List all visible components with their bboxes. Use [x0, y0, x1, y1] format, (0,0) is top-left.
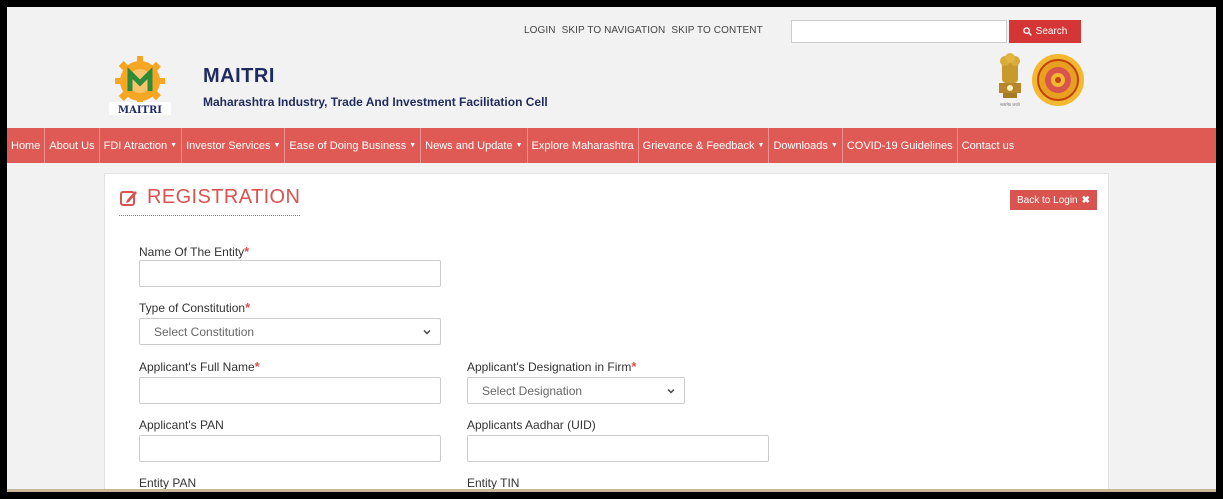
applicant-pan-label: Applicant's PAN [139, 418, 224, 432]
brand-title: MAITRI [203, 65, 275, 87]
required-marker: * [245, 300, 251, 315]
chevron-down-icon [667, 388, 675, 394]
site-header: MAITRI MAITRI Maharashtra Industry, Trad… [7, 47, 1216, 128]
top-links: LOGIN SKIP TO NAVIGATION SKIP TO CONTENT [524, 25, 763, 36]
page-title: REGISTRATION [119, 186, 301, 216]
nav-item-downloads[interactable]: Downloads ▼ [769, 128, 843, 163]
nav-item-covid-19-guidelines[interactable]: COVID-19 Guidelines [843, 128, 958, 163]
nav-item-about-us[interactable]: About Us [45, 128, 100, 163]
page-title-text: REGISTRATION [147, 186, 301, 208]
page-bottom-border [7, 489, 1216, 492]
top-utility-bar: LOGIN SKIP TO NAVIGATION SKIP TO CONTENT… [7, 7, 1216, 47]
chevron-down-icon [423, 329, 431, 335]
applicant-name-label-text: Applicant's Full Name [139, 360, 255, 374]
registration-card: REGISTRATION Back to Login ✖ Name Of The… [104, 173, 1109, 492]
brand-subtitle: Maharashtra Industry, Trade And Investme… [203, 95, 548, 109]
emblem-caption: सत्यमेव जयते [1000, 102, 1020, 107]
designation-select[interactable]: Select Designation [467, 377, 685, 404]
nav-item-label: Contact us [961, 139, 1015, 152]
nav-item-investor-services[interactable]: Investor Services ▼ [182, 128, 286, 163]
search-button[interactable]: Search [1009, 20, 1081, 43]
entity-tin-label: Entity TIN [467, 476, 520, 490]
search-icon [1022, 27, 1032, 36]
caret-down-icon: ▼ [757, 142, 765, 149]
applicant-name-label: Applicant's Full Name* [139, 359, 260, 374]
main-navbar: Home About Us FDI Atraction ▼ Investor Se… [7, 128, 1216, 163]
nav-item-label: Ease of Doing Business [289, 139, 407, 152]
maharashtra-seal-icon [1032, 54, 1084, 106]
nav-item-home[interactable]: Home [7, 128, 46, 163]
nav-item-fdi-atraction[interactable]: FDI Atraction ▼ [100, 128, 183, 163]
logo-text: MAITRI [118, 105, 162, 116]
nav-item-explore-maharashtra[interactable]: Explore Maharashtra [528, 128, 639, 163]
applicant-name-field[interactable] [139, 377, 441, 404]
constitution-label: Type of Constitution* [139, 300, 250, 315]
back-to-login-label: Back to Login [1017, 194, 1078, 206]
nav-item-grievance-feedback[interactable]: Grievance & Feedback ▼ [639, 128, 770, 163]
caret-down-icon: ▼ [170, 142, 178, 149]
required-marker: * [631, 359, 637, 374]
constitution-select[interactable]: Select Constitution [139, 318, 441, 345]
close-icon: ✖ [1081, 194, 1090, 206]
browser-viewport: LOGIN SKIP TO NAVIGATION SKIP TO CONTENT… [7, 7, 1216, 492]
required-marker: * [244, 244, 250, 259]
caret-down-icon: ▼ [273, 142, 281, 149]
nav-item-label: Investor Services [186, 139, 271, 152]
skip-to-content-link[interactable]: SKIP TO CONTENT [671, 25, 763, 36]
nav-item-label: Explore Maharashtra [531, 139, 634, 152]
nav-item-label: COVID-19 Guidelines [846, 139, 953, 152]
nav-item-label: Downloads [773, 139, 828, 152]
applicant-pan-field[interactable] [139, 435, 441, 462]
nav-item-label: FDI Atraction [103, 139, 168, 152]
designation-label-text: Applicant's Designation in Firm [467, 360, 632, 374]
back-to-login-button[interactable]: Back to Login ✖ [1010, 190, 1097, 210]
nav-item-ease-of-doing-business[interactable]: Ease of Doing Business ▼ [285, 128, 422, 163]
designation-label: Applicant's Designation in Firm* [467, 359, 636, 374]
nav-item-label: News and Update [425, 139, 513, 152]
caret-down-icon: ▼ [515, 142, 523, 149]
designation-selected-value: Select Designation [482, 383, 583, 398]
constitution-label-text: Type of Constitution [139, 301, 246, 315]
search-input[interactable] [791, 20, 1007, 43]
skip-to-navigation-link[interactable]: SKIP TO NAVIGATION [562, 25, 666, 36]
entity-name-label: Name Of The Entity* [139, 244, 249, 259]
constitution-selected-value: Select Constitution [154, 324, 255, 339]
login-link[interactable]: LOGIN [524, 25, 556, 36]
entity-pan-label: Entity PAN [139, 476, 197, 490]
nav-item-contact-us[interactable]: Contact us [958, 128, 1019, 163]
aadhar-label: Applicants Aadhar (UID) [467, 418, 596, 432]
nav-item-news-and-update[interactable]: News and Update ▼ [421, 128, 528, 163]
caret-down-icon: ▼ [409, 142, 417, 149]
maitri-logo[interactable]: MAITRI [105, 55, 175, 117]
caret-down-icon: ▼ [830, 142, 838, 149]
nav-item-label: Grievance & Feedback [642, 139, 755, 152]
entity-name-field[interactable] [139, 260, 441, 287]
nav-item-label: Home [11, 139, 41, 152]
search-button-label: Search [1035, 26, 1068, 37]
national-emblem-icon: सत्यमेव जयते [999, 53, 1021, 107]
required-marker: * [254, 359, 260, 374]
nav-item-label: About Us [49, 139, 95, 152]
entity-name-label-text: Name Of The Entity [139, 245, 245, 259]
edit-icon [120, 190, 137, 206]
aadhar-field[interactable] [467, 435, 769, 462]
